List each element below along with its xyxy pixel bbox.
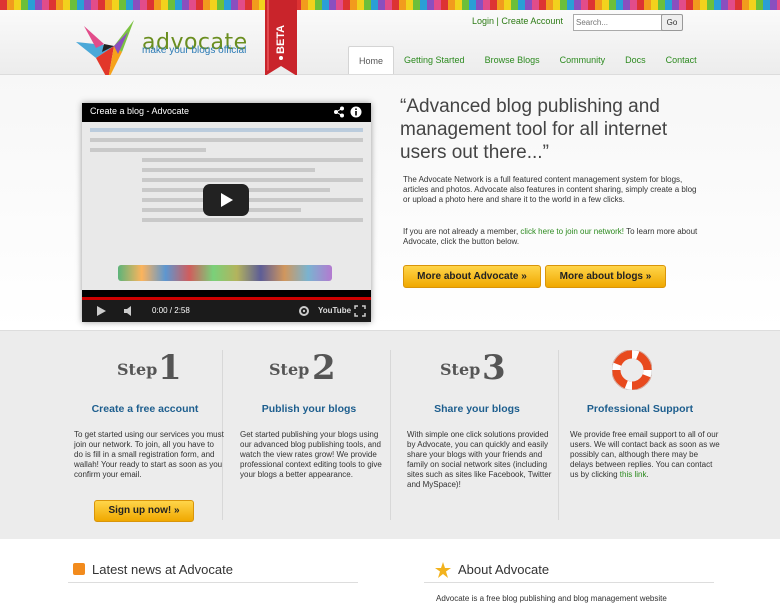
step-3-title[interactable]: Share your blogs <box>392 403 562 415</box>
support-title[interactable]: Professional Support <box>555 403 725 415</box>
share-icon[interactable] <box>333 106 345 118</box>
step-3-word: Step <box>440 360 481 379</box>
fullscreen-icon[interactable] <box>354 305 366 317</box>
nav-community[interactable]: Community <box>550 46 616 74</box>
settings-gear-icon[interactable] <box>298 305 310 317</box>
support-contact-link[interactable]: this link <box>620 470 647 479</box>
join-text-pre: If you are not already a member, <box>403 227 521 236</box>
top-links-separator: | <box>496 16 499 26</box>
nav-home[interactable]: Home <box>348 46 395 74</box>
main-nav: Home Getting Started Browse Blogs Commun… <box>348 46 707 74</box>
step-2-number: 2 <box>312 348 336 388</box>
support-text-post: . <box>646 470 649 479</box>
video-dock-strip <box>118 265 332 281</box>
video-title[interactable]: Create a blog - Advocate <box>90 106 189 116</box>
play-icon[interactable] <box>203 184 249 216</box>
logo-bird-icon[interactable] <box>74 18 136 82</box>
volume-icon[interactable] <box>124 306 134 316</box>
nav-browse-blogs[interactable]: Browse Blogs <box>475 46 550 74</box>
step-1-title[interactable]: Create a free account <box>60 403 230 415</box>
search-go-button[interactable]: Go <box>661 14 683 31</box>
more-about-blogs-button[interactable]: More about blogs » <box>545 265 666 288</box>
top-color-stripe <box>0 0 780 10</box>
play-small-icon[interactable] <box>96 306 106 316</box>
video-controls: 0:00 / 2:58 YouTube <box>82 300 371 322</box>
hero-description: The Advocate Network is a full featured … <box>403 175 697 204</box>
hero-join-text: If you are not already a member, click h… <box>403 227 698 247</box>
column-divider <box>558 350 559 520</box>
about-divider <box>424 582 714 583</box>
create-account-link[interactable]: Create Account <box>501 16 563 26</box>
logo-tagline: make your blogs official <box>142 45 247 56</box>
step-2-word: Step <box>269 360 310 379</box>
youtube-logo[interactable]: YouTube <box>318 306 351 315</box>
search-input[interactable] <box>573 14 663 31</box>
hero-quote: “Advanced blog publishing and management… <box>400 96 668 163</box>
column-divider <box>390 350 391 520</box>
more-about-advocate-button[interactable]: More about Advocate » <box>403 265 541 288</box>
step-1-text: To get started using our services you mu… <box>74 430 224 479</box>
news-title: Latest news at Advocate <box>92 562 233 577</box>
nav-docs[interactable]: Docs <box>615 46 656 74</box>
star-icon <box>435 562 451 578</box>
step-1-number: 1 <box>158 348 182 388</box>
nav-getting-started[interactable]: Getting Started <box>394 46 475 74</box>
top-links: Login | Create Account <box>472 16 563 26</box>
news-divider <box>68 582 358 583</box>
step-3-text: With simple one click solutions provided… <box>407 430 552 489</box>
about-title: About Advocate <box>458 562 550 577</box>
nav-contact[interactable]: Contact <box>656 46 707 74</box>
support-text: We provide free email support to all of … <box>570 430 720 480</box>
step-2-title[interactable]: Publish your blogs <box>224 403 394 415</box>
step-3-number: 3 <box>482 348 506 388</box>
step-2-text: Get started publishing your blogs using … <box>240 430 382 479</box>
step-1-word: Step <box>117 360 158 379</box>
info-icon[interactable] <box>350 106 362 118</box>
sign-up-button[interactable]: Sign up now! » <box>94 500 194 522</box>
about-text: Advocate is a free blog publishing and b… <box>436 594 667 603</box>
beta-label: BETA <box>275 24 287 54</box>
join-network-link[interactable]: click here to join our network! <box>520 227 624 236</box>
rss-icon[interactable] <box>73 563 85 575</box>
login-link[interactable]: Login <box>472 16 494 26</box>
life-ring-icon <box>612 350 652 390</box>
video-time: 0:00 / 2:58 <box>152 306 190 315</box>
